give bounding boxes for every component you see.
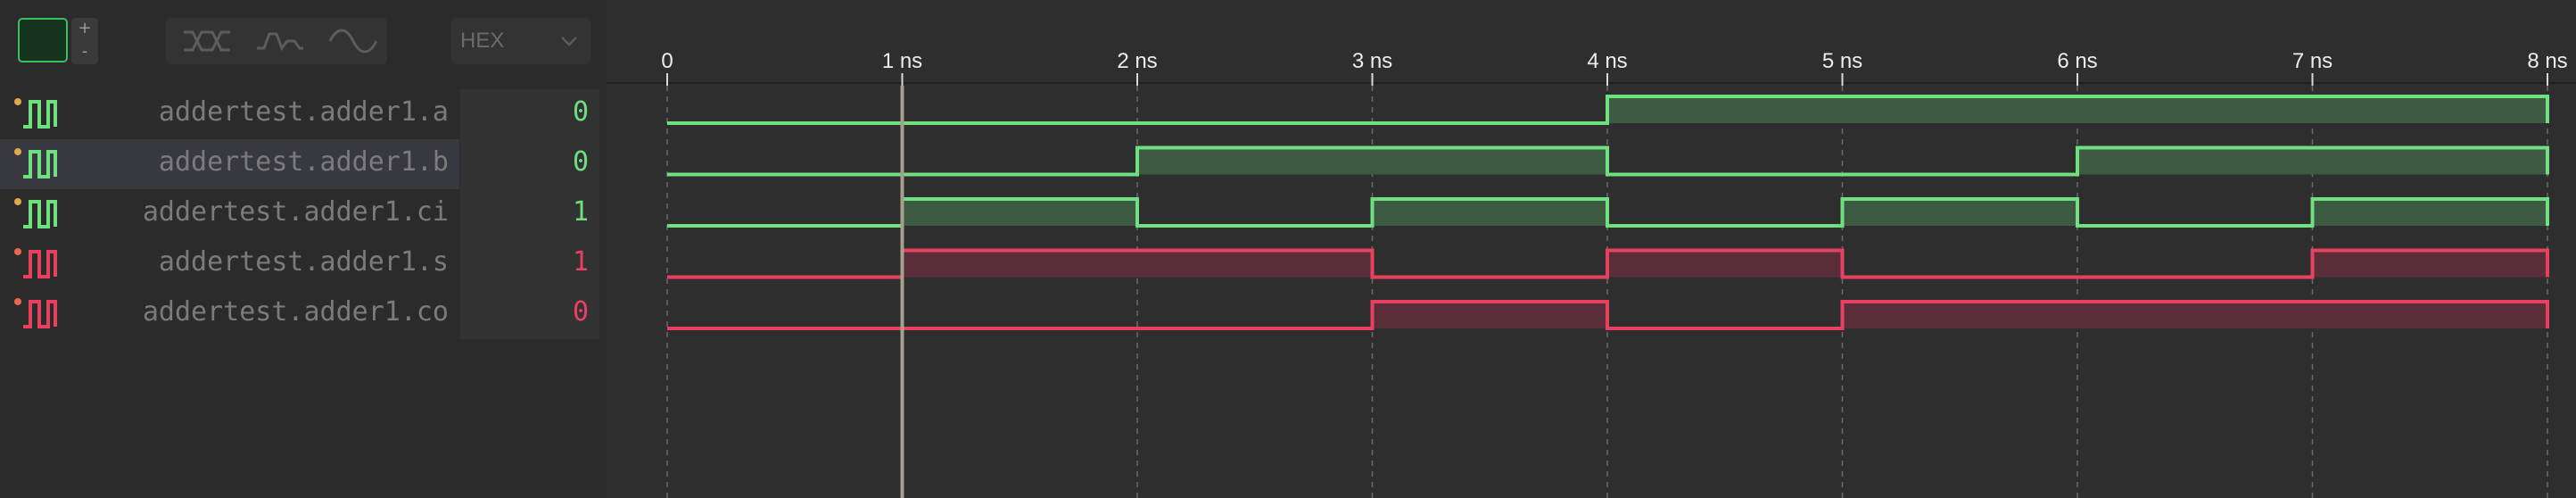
step-icon [257,32,303,52]
value-format-label: HEX [460,29,505,53]
waveform-viewer: + - HEX addertest.adder1.a addertest.add… [0,0,2576,498]
high-level-fill [2077,147,2313,175]
high-level-fill [1842,199,2077,226]
high-level-fill [2077,302,2313,328]
ruler-tick-label: 5 ns [1822,49,1862,73]
signal-name: addertest.adder1.s [158,246,449,278]
high-level-fill [2312,147,2547,175]
high-level-fill [1607,250,1843,278]
high-level-fill [902,250,1137,278]
digital-signal-icon [12,246,59,282]
high-level-fill [1372,147,1607,175]
high-level-fill [2312,302,2547,328]
bus-icon [184,30,230,52]
digital-signal-icon [12,296,59,332]
value-format-select[interactable]: HEX [451,18,590,64]
value-row: 0 [460,89,599,139]
signal-value: 0 [572,146,589,178]
signal-row[interactable]: addertest.adder1.a [0,89,459,139]
high-level-fill [2312,199,2547,226]
ruler-tick-label: 2 ns [1117,49,1157,73]
value-row: 0 [460,289,599,339]
chevron-down-icon [561,37,577,46]
waveform-plot[interactable]: 0 1 ns 2 ns 3 ns 4 ns 5 ns 6 ns 7 ns 8 ns [607,0,2576,498]
signal-value: 1 [572,196,589,228]
signal-row[interactable]: addertest.adder1.b [0,139,459,189]
signal-value: 1 [572,246,589,278]
high-level-fill [902,199,1137,226]
signal-name: addertest.adder1.co [142,296,449,328]
signal-color-picker[interactable] [18,18,68,62]
zoom-in-button[interactable]: + [71,18,98,41]
signal-row[interactable]: addertest.adder1.ci [0,189,459,239]
step-render-button[interactable] [243,18,312,64]
signal-value-column: 0 0 1 1 0 [460,89,599,339]
ruler-tick-label: 8 ns [2527,49,2567,73]
high-level-fill [1842,96,2077,123]
signal-value: 0 [572,96,589,128]
ruler-tick-label: 1 ns [882,49,922,73]
waveform-canvas[interactable]: 0 1 ns 2 ns 3 ns 4 ns 5 ns 6 ns 7 ns 8 ns [607,0,2576,498]
high-level-fill [1607,96,1843,123]
signal-row[interactable]: addertest.adder1.co [0,289,459,339]
ruler-tick-label: 0 [661,49,673,73]
high-level-fill [1137,250,1373,278]
ruler-tick-label: 7 ns [2292,49,2332,73]
signal-row[interactable]: addertest.adder1.s [0,239,459,289]
high-level-fill [2312,96,2547,123]
high-level-fill [1137,147,1373,175]
signal-name: addertest.adder1.ci [142,196,449,228]
ruler-tick-label: 4 ns [1587,49,1627,73]
value-row: 1 [460,239,599,289]
value-row: 0 [460,139,599,189]
zoom-out-button[interactable]: - [71,41,98,64]
high-level-fill [2312,250,2547,278]
bus-render-button[interactable] [169,18,239,64]
digital-signal-icon [12,146,59,182]
analog-icon [328,29,378,54]
high-level-fill [2077,96,2313,123]
signal-name: addertest.adder1.b [158,146,449,178]
digital-signal-icon [12,196,59,232]
analog-render-button[interactable] [316,18,385,64]
signal-name: addertest.adder1.a [158,96,449,128]
zoom-stepper: + - [71,18,98,64]
signal-value: 0 [572,296,589,328]
high-level-fill [1372,199,1607,226]
ruler-tick-label: 3 ns [1352,49,1392,73]
toolbar: + - HEX [0,0,607,82]
value-row: 1 [460,189,599,239]
high-level-fill [1372,302,1607,328]
ruler-tick-label: 6 ns [2057,49,2097,73]
digital-signal-icon [12,96,59,132]
high-level-fill [1842,302,2077,328]
render-mode-group [166,18,387,64]
